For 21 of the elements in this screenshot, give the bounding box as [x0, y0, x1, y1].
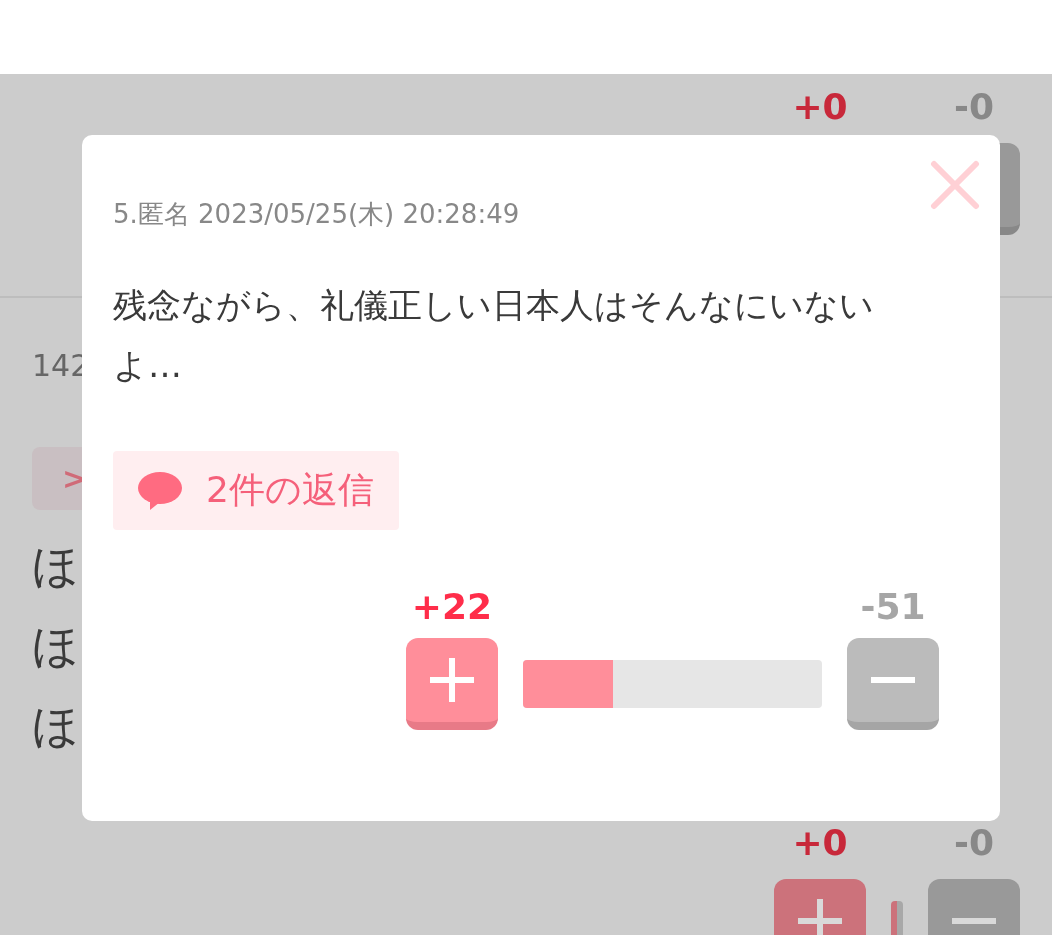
close-icon[interactable] [930, 160, 980, 210]
plus-button[interactable] [406, 638, 498, 730]
downvote-count: -51 [859, 585, 927, 629]
plus-icon [798, 899, 842, 935]
upvote-count: +0 [791, 85, 849, 129]
comment-header: 5.匿名 2023/05/25(木) 20:28:49 [113, 200, 521, 228]
comment-text: ほ [32, 618, 79, 675]
replies-button[interactable]: 2件の返信 [113, 451, 399, 530]
minus-icon [952, 918, 996, 924]
minus-button[interactable] [847, 638, 939, 730]
minus-icon [871, 677, 915, 683]
speech-bubble-icon [138, 471, 182, 510]
plus-icon [430, 658, 474, 702]
upvote-count: +22 [410, 585, 494, 629]
vote-ratio-bar [891, 901, 903, 935]
comment-text: 残念ながら、礼儀正しい日本人はそんなにいないよ… [113, 284, 875, 387]
downvote-count: -0 [953, 85, 995, 129]
upvote-count: +0 [791, 821, 849, 865]
comment-text: ほ [32, 538, 79, 595]
downvote-count: -0 [953, 821, 995, 865]
comment-text: ほ [32, 698, 79, 755]
